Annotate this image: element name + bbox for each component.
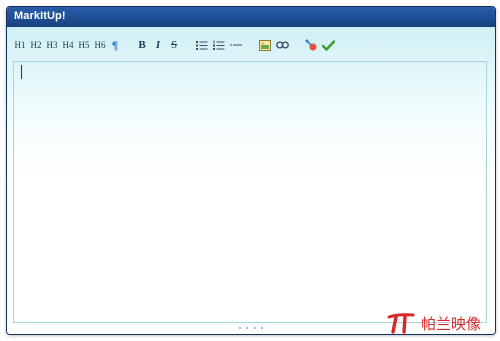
markup-textarea[interactable] <box>13 61 487 323</box>
watermark-logo-icon <box>387 313 415 334</box>
link-icon <box>275 41 289 49</box>
clean-icon <box>304 39 316 51</box>
link-button[interactable] <box>275 38 289 52</box>
strikethrough-button[interactable]: S <box>167 37 181 53</box>
horizontal-rule-icon <box>230 44 242 46</box>
bulleted-list-icon <box>196 41 208 50</box>
clean-button[interactable] <box>304 38 318 52</box>
preview-button[interactable] <box>321 38 335 52</box>
numbered-list-icon <box>213 40 225 50</box>
heading-5-button[interactable]: H5 <box>77 37 91 53</box>
preview-check-icon <box>321 39 335 51</box>
text-caret <box>21 65 22 79</box>
editor-window: MarkItUp! H1 H2 H3 H4 H5 H6 ¶ B I S <box>6 6 496 335</box>
heading-3-button[interactable]: H3 <box>45 37 59 53</box>
heading-4-button[interactable]: H4 <box>61 37 75 53</box>
heading-2-button[interactable]: H2 <box>29 37 43 53</box>
horizontal-rule-button[interactable] <box>229 38 243 52</box>
heading-6-button[interactable]: H6 <box>93 37 107 53</box>
numbered-list-button[interactable] <box>212 38 226 52</box>
paragraph-button[interactable]: ¶ <box>109 37 121 53</box>
bulleted-list-button[interactable] <box>195 38 209 52</box>
watermark-text: 帕兰映像 <box>421 314 482 333</box>
picture-icon <box>259 39 271 51</box>
watermark: 帕兰映像 <box>387 310 481 336</box>
heading-1-button[interactable]: H1 <box>13 37 27 53</box>
picture-button[interactable] <box>258 38 272 52</box>
window-title: MarkItUp! <box>14 10 66 22</box>
resize-handle[interactable] <box>239 325 263 331</box>
toolbar: H1 H2 H3 H4 H5 H6 ¶ B I S <box>13 34 487 56</box>
italic-button[interactable]: I <box>151 37 165 53</box>
title-bar: MarkItUp! <box>7 7 495 27</box>
bold-button[interactable]: B <box>135 37 149 53</box>
markitup-editor: H1 H2 H3 H4 H5 H6 ¶ B I S <box>7 27 495 334</box>
